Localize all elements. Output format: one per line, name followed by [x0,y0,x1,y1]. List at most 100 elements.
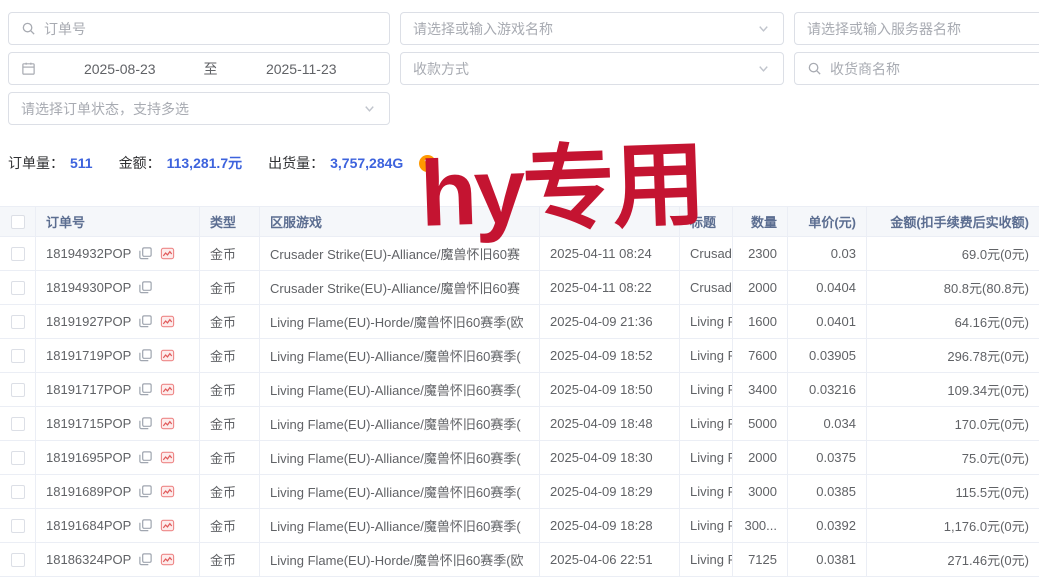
quantity-cell: 300... [733,509,788,542]
order-count-value: 511 [70,155,93,171]
image-icon[interactable] [160,552,175,567]
amount-label: 金额： [119,153,161,173]
row-select-cell [0,475,36,508]
time-cell: 2025-04-09 18:50 [540,373,680,406]
image-icon[interactable] [160,416,175,431]
unit-price-cell: 0.03 [788,237,867,270]
order-no-cell: 18191689POP [36,475,200,508]
unit-price-cell: 0.0392 [788,509,867,542]
copy-icon[interactable] [138,348,153,363]
amount-cell: 109.34元(0元) [867,373,1039,406]
select-all-cell [0,207,36,236]
payment-method-placeholder: 收款方式 [413,59,748,79]
select-all-checkbox[interactable] [11,215,25,229]
header-type: 类型 [200,207,260,236]
copy-icon[interactable] [138,416,153,431]
row-checkbox[interactable] [11,553,25,567]
copy-icon[interactable] [138,484,153,499]
order-no-cell: 18186324POP [36,543,200,576]
row-checkbox[interactable] [11,451,25,465]
unit-price-cell: 0.0404 [788,271,867,304]
time-cell: 2025-04-09 21:36 [540,305,680,338]
merchant-placeholder: 收货商名称 [830,59,1039,79]
time-cell: 2025-04-09 18:48 [540,407,680,440]
server-placeholder: 请选择或输入服务器名称 [807,19,1039,39]
title-cell: Crusade [680,271,733,304]
order-no-cell: 18191684POP [36,509,200,542]
unit-price-cell: 0.0375 [788,441,867,474]
copy-icon[interactable] [138,382,153,397]
row-checkbox[interactable] [11,281,25,295]
copy-icon[interactable] [138,314,153,329]
order-no-input[interactable]: 订单号 [8,12,390,45]
type-cell: 金币 [200,271,260,304]
game-cell: Crusader Strike(EU)-Alliance/魔兽怀旧60赛 [260,271,540,304]
row-checkbox[interactable] [11,247,25,261]
header-time [540,207,680,236]
header-unit-price: 单价(元) [788,207,867,236]
game-select[interactable]: 请选择或输入游戏名称 [400,12,784,45]
image-icon[interactable] [160,382,175,397]
row-select-cell [0,373,36,406]
row-checkbox[interactable] [11,417,25,431]
type-cell: 金币 [200,237,260,270]
copy-icon[interactable] [138,518,153,533]
row-checkbox[interactable] [11,485,25,499]
image-icon[interactable] [160,518,175,533]
game-select-placeholder: 请选择或输入游戏名称 [413,19,748,39]
row-select-cell [0,339,36,372]
row-checkbox[interactable] [11,519,25,533]
order-status-select[interactable]: 请选择订单状态，支持多选 [8,92,390,125]
row-select-cell [0,407,36,440]
shipment-value: 3,757,284G [330,155,403,171]
unit-price-cell: 0.034 [788,407,867,440]
copy-icon[interactable] [138,280,153,295]
type-cell: 金币 [200,441,260,474]
copy-icon[interactable] [138,450,153,465]
copy-icon[interactable] [138,246,153,261]
time-cell: 2025-04-09 18:52 [540,339,680,372]
server-input[interactable]: 请选择或输入服务器名称 [794,12,1039,45]
amount-cell: 75.0元(0元) [867,441,1039,474]
order-no-cell: 18191695POP [36,441,200,474]
unit-price-cell: 0.03905 [788,339,867,372]
chevron-down-icon [756,21,771,36]
order-no-cell: 18194930POP [36,271,200,304]
order-no-cell: 18191927POP [36,305,200,338]
quantity-cell: 7600 [733,339,788,372]
amount-cell: 80.8元(80.8元) [867,271,1039,304]
title-cell: Living Fl [680,407,733,440]
time-cell: 2025-04-09 18:29 [540,475,680,508]
quantity-cell: 3000 [733,475,788,508]
help-icon[interactable]: ? [419,155,436,172]
image-icon[interactable] [160,348,175,363]
time-cell: 2025-04-09 18:30 [540,441,680,474]
image-icon[interactable] [160,484,175,499]
date-start[interactable]: 2025-08-23 [44,61,196,77]
order-number: 18194930POP [46,280,131,295]
order-number: 18191689POP [46,484,131,499]
amount-cell: 69.0元(0元) [867,237,1039,270]
merchant-input[interactable]: 收货商名称 [794,52,1039,85]
amount-cell: 115.5元(0元) [867,475,1039,508]
table-row: 18191689POP金币Living Flame(EU)-Alliance/魔… [0,475,1039,509]
date-end[interactable]: 2025-11-23 [226,61,378,77]
row-checkbox[interactable] [11,349,25,363]
header-title: 标题 [680,207,733,236]
game-cell: Living Flame(EU)-Alliance/魔兽怀旧60赛季( [260,509,540,542]
image-icon[interactable] [160,450,175,465]
row-checkbox[interactable] [11,315,25,329]
date-range-picker[interactable]: 2025-08-23 至 2025-11-23 [8,52,390,85]
row-checkbox[interactable] [11,383,25,397]
amount-cell: 1,176.0元(0元) [867,509,1039,542]
row-select-cell [0,441,36,474]
image-icon[interactable] [160,246,175,261]
copy-icon[interactable] [138,552,153,567]
table-row: 18186324POP金币Living Flame(EU)-Horde/魔兽怀旧… [0,543,1039,577]
summary-stats: 订单量： 511 金额： 113,281.7元 出货量： 3,757,284G … [8,153,436,173]
payment-method-select[interactable]: 收款方式 [400,52,784,85]
time-cell: 2025-04-06 22:51 [540,543,680,576]
title-cell: Crusade [680,237,733,270]
image-icon[interactable] [160,314,175,329]
type-cell: 金币 [200,339,260,372]
